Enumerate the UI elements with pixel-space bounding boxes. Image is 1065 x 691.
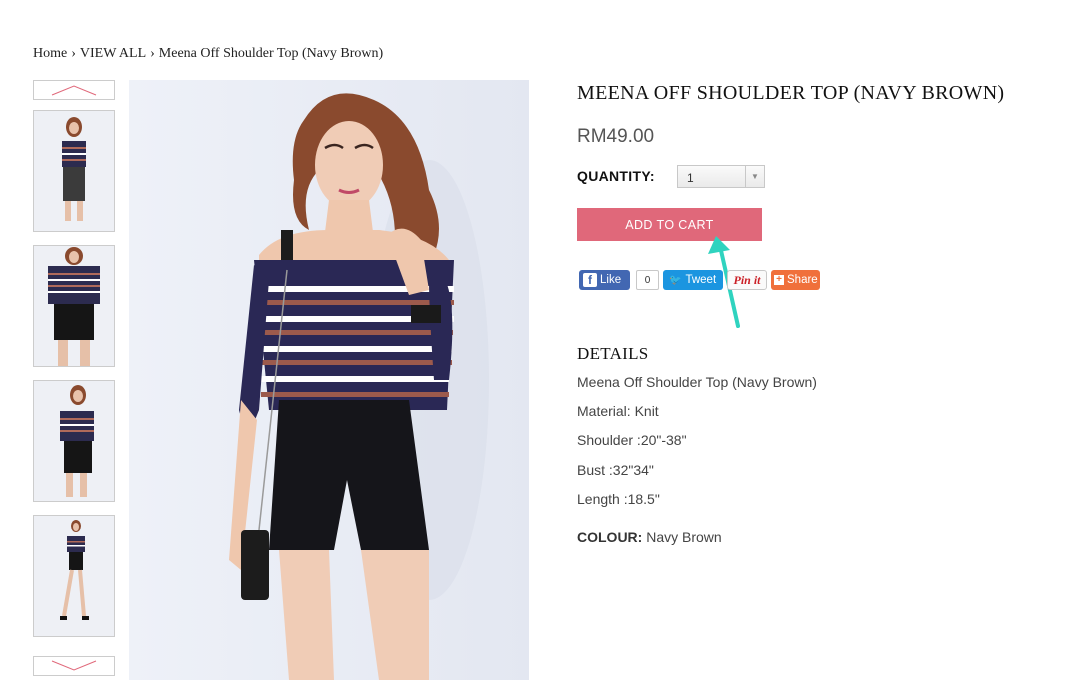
thumbnail-1-image xyxy=(34,111,114,231)
detail-line: Length :18.5" xyxy=(577,491,660,507)
thumbnail-1[interactable] xyxy=(33,110,115,232)
tweet-label: Tweet xyxy=(685,274,717,286)
colour-label: COLOUR: xyxy=(577,529,643,545)
plus-icon: + xyxy=(774,275,784,285)
facebook-icon: f xyxy=(583,273,597,287)
dropdown-arrow-icon: ▼ xyxy=(745,166,764,187)
facebook-like-label: Like xyxy=(600,274,622,286)
pinterest-pinit-button[interactable]: Pin it xyxy=(727,270,767,290)
quantity-select[interactable]: 1 ▼ xyxy=(677,165,765,188)
breadcrumb-category-link[interactable]: VIEW ALL xyxy=(80,46,146,61)
twitter-bird-icon: 🐦 xyxy=(669,274,682,286)
share-button[interactable]: + Share xyxy=(771,270,820,290)
breadcrumb-separator: › xyxy=(71,46,76,61)
thumbnail-3[interactable] xyxy=(33,380,115,502)
chevron-up-icon xyxy=(51,85,97,96)
breadcrumb: Home › VIEW ALL › Meena Off Shoulder Top (Na… xyxy=(33,46,383,62)
share-label: Share xyxy=(787,274,818,286)
main-product-image[interactable] xyxy=(129,80,529,680)
breadcrumb-current: Meena Off Shoulder Top (Navy Brown) xyxy=(158,46,384,61)
detail-line: Meena Off Shoulder Top (Navy Brown) xyxy=(577,374,817,390)
product-title: MEENA OFF SHOULDER TOP (NAVY BROWN) xyxy=(577,82,1005,104)
thumbnail-2-image xyxy=(34,246,114,366)
facebook-like-count: 0 xyxy=(636,270,659,290)
details-heading: DETAILS xyxy=(577,344,649,363)
facebook-like-button[interactable]: f Like xyxy=(579,270,630,290)
detail-line: Bust :32"34" xyxy=(577,462,654,478)
thumbnail-2[interactable] xyxy=(33,245,115,367)
thumbnail-4-image xyxy=(34,516,114,636)
model-illustration xyxy=(129,80,529,680)
detail-line: Shoulder :20"-38" xyxy=(577,432,687,448)
product-price: RM49.00 xyxy=(577,126,655,147)
pinit-label: Pin it xyxy=(733,272,761,287)
thumbnail-4[interactable] xyxy=(33,515,115,637)
gallery-up-button[interactable] xyxy=(33,80,115,100)
colour-info: COLOUR: Navy Brown xyxy=(577,529,722,545)
breadcrumb-home-link[interactable]: Home xyxy=(33,46,67,61)
detail-line: Material: Knit xyxy=(577,403,659,419)
gallery-down-button[interactable] xyxy=(33,656,115,676)
quantity-value: 1 xyxy=(687,171,694,185)
thumbnail-3-image xyxy=(34,381,114,501)
colour-value: Navy Brown xyxy=(646,529,722,545)
breadcrumb-separator: › xyxy=(150,46,155,61)
chevron-down-icon xyxy=(51,660,97,671)
tweet-button[interactable]: 🐦 Tweet xyxy=(663,270,723,290)
quantity-label: QUANTITY: xyxy=(577,168,655,184)
